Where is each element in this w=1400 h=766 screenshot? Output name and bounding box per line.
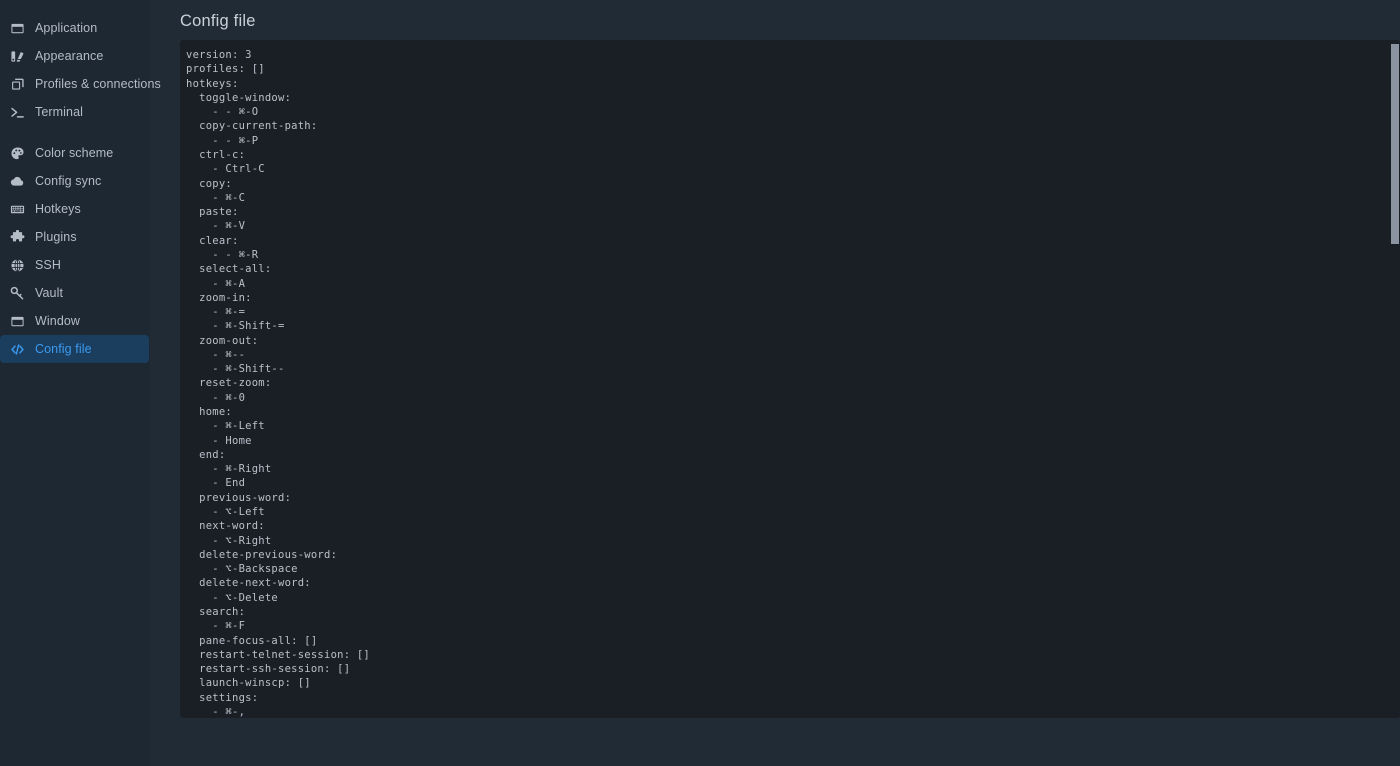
sidebar-item-label: Config file <box>35 342 92 356</box>
editor-scrollbar-track[interactable] <box>1390 40 1400 718</box>
window-icon <box>10 21 25 36</box>
profiles-icon <box>10 77 25 92</box>
sidebar-item-label: Terminal <box>35 105 84 119</box>
sidebar-item-label: Hotkeys <box>35 202 81 216</box>
window-icon <box>10 314 25 329</box>
sidebar-item-label: Vault <box>35 286 64 300</box>
sidebar-item-label: Profiles & connections <box>35 77 161 91</box>
sidebar-item-label: Config sync <box>35 174 102 188</box>
keyboard-icon <box>10 202 25 217</box>
config-editor-container: version: 3 profiles: [] hotkeys: toggle-… <box>180 40 1400 718</box>
sidebar-item-label: Window <box>35 314 81 328</box>
sidebar-item-label: Appearance <box>35 49 104 63</box>
sidebar-item-hotkeys[interactable]: Hotkeys <box>0 195 149 223</box>
sidebar-item-config-sync[interactable]: Config sync <box>0 167 149 195</box>
globe-icon <box>10 258 25 273</box>
settings-window: Application Appearance Profiles & connec… <box>0 0 1400 766</box>
cloud-icon <box>10 174 25 189</box>
puzzle-icon <box>10 229 25 245</box>
sidebar-item-window[interactable]: Window <box>0 307 149 335</box>
sidebar-item-label: Application <box>35 21 98 35</box>
config-file-editor[interactable]: version: 3 profiles: [] hotkeys: toggle-… <box>180 40 1400 718</box>
sidebar-item-vault[interactable]: Vault <box>0 279 149 307</box>
terminal-icon <box>10 105 25 120</box>
sidebar-separator <box>0 126 150 139</box>
sidebar-item-ssh[interactable]: SSH <box>0 251 149 279</box>
sidebar-item-terminal[interactable]: Terminal <box>0 98 149 126</box>
sidebar: Application Appearance Profiles & connec… <box>0 0 161 766</box>
sidebar-item-profiles-connections[interactable]: Profiles & connections <box>0 70 161 98</box>
sidebar-item-label: Plugins <box>35 230 77 244</box>
palette-icon <box>10 146 25 161</box>
code-icon <box>10 342 25 357</box>
page-title: Config file <box>180 12 256 30</box>
sidebar-item-color-scheme[interactable]: Color scheme <box>0 139 149 167</box>
sidebar-item-label: SSH <box>35 258 62 272</box>
sidebar-item-label: Color scheme <box>35 146 114 160</box>
sidebar-item-appearance[interactable]: Appearance <box>0 42 149 70</box>
editor-scrollbar-thumb[interactable] <box>1391 44 1399 244</box>
bottom-toolbar: Save and apply Show defaults Show config… <box>150 718 1400 766</box>
sidebar-item-plugins[interactable]: Plugins <box>0 223 149 251</box>
main-content: Config file version: 3 profiles: [] hotk… <box>150 0 1400 766</box>
sidebar-item-config-file[interactable]: Config file <box>0 335 149 363</box>
appearance-icon <box>10 49 25 64</box>
key-icon <box>10 286 25 301</box>
sidebar-item-application[interactable]: Application <box>0 14 149 42</box>
